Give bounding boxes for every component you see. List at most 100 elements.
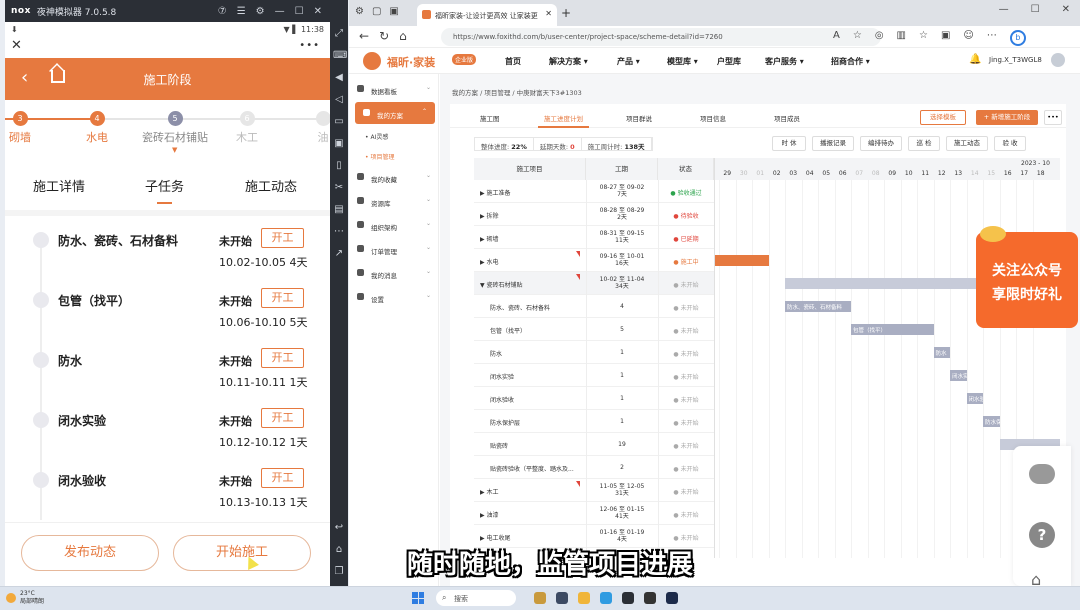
external-icon[interactable]: ↗	[333, 248, 345, 259]
table-row[interactable]: 防水、瓷砖、石材备料 4 ● 未开始	[474, 295, 714, 318]
minimize-icon[interactable]: —	[999, 4, 1009, 15]
add-stage-button[interactable]: + 新增施工阶段	[976, 110, 1038, 125]
table-row[interactable]: ▶ 木工 11-05 至 12-05 31天 ● 未开始	[474, 479, 714, 502]
url-input[interactable]: https://www.foxithd.com/b/user-center/pr…	[441, 28, 881, 46]
sidebar-subitem-project-management[interactable]: • 项目管理	[365, 152, 394, 161]
table-row[interactable]: 贴瓷砖 19 ● 未开始	[474, 433, 714, 456]
apk-icon[interactable]: ▣	[333, 138, 345, 149]
more-icon[interactable]: •••	[299, 40, 320, 51]
browser-tab-tools-icon[interactable]: ⚙▢▣	[355, 6, 407, 17]
nav-solutions[interactable]: 解决方案 ▾	[549, 56, 588, 67]
sidebar-item-dashboard[interactable]: 数据看板 ⌄	[349, 78, 439, 100]
taskbar-search[interactable]: ⌕ 搜索	[436, 590, 516, 606]
back-arrow-icon[interactable]: ←	[359, 29, 379, 43]
home-icon[interactable]: ⌂	[399, 29, 417, 43]
promo-banner[interactable]: 关注公众号 享限时好礼	[976, 226, 1078, 328]
gantt-bar[interactable]: 闭水验收	[966, 393, 983, 404]
screen-icon[interactable]: ▭	[333, 116, 345, 127]
inspect-button[interactable]: 巡 检	[908, 136, 940, 151]
gantt-bar[interactable]: 防水、瓷砖、石材备料	[785, 301, 851, 312]
stage-step-7[interactable]: 油	[288, 111, 330, 145]
volume-down-icon[interactable]: ◁	[333, 94, 345, 105]
table-row[interactable]: ▶ 施工准备 08-27 至 09-02 7天 ● 验收通过	[474, 180, 714, 203]
fullscreen-icon[interactable]: ⤢	[333, 28, 345, 39]
help-icon[interactable]: ?	[1029, 522, 1055, 548]
tab-construction-updates[interactable]: 施工动态	[245, 176, 297, 195]
gantt-bar[interactable]: 防水	[933, 347, 950, 358]
nav-partnership[interactable]: 招商合作 ▾	[831, 56, 870, 67]
start-work-button[interactable]: 开工	[261, 288, 304, 308]
sidebar-item-resources[interactable]: 资源库 ⌄	[349, 190, 439, 212]
menu-dots-icon[interactable]: ⋯	[987, 30, 997, 46]
more-tools-icon[interactable]: ⋯	[333, 226, 345, 237]
android-home-icon[interactable]: ⌂	[333, 544, 345, 555]
folder-icon[interactable]	[578, 592, 590, 604]
bing-icon[interactable]: b	[1009, 30, 1026, 46]
avatar[interactable]	[1051, 53, 1065, 67]
user-name[interactable]: Jing.X_T3WGL8	[989, 56, 1042, 64]
emulator-close-icon[interactable]: ✕	[314, 6, 322, 17]
nav-products[interactable]: 产品 ▾	[617, 56, 640, 67]
gantt-bar[interactable]: 包管（找平）	[851, 324, 934, 335]
split-screen-icon[interactable]: ▥	[897, 30, 906, 46]
tab-project-info[interactable]: 项目信息	[700, 113, 726, 123]
close-icon[interactable]: ✕	[1062, 4, 1070, 15]
sidebar-item-settings[interactable]: 设置 ⌄	[349, 286, 439, 308]
weather-widget[interactable]: 23°C 局部晴朗	[6, 590, 44, 606]
browser-tab[interactable]: 福昕家装-让设计更高效 让家装更 ✕	[417, 4, 557, 26]
tab-project-talk[interactable]: 项目群说	[626, 113, 652, 123]
select-template-button[interactable]: 选择模板	[920, 110, 966, 125]
acceptance-button[interactable]: 验 收	[994, 136, 1026, 151]
nox-app-icon[interactable]	[622, 592, 634, 604]
app-icon[interactable]	[556, 592, 568, 604]
sidebar-item-favorites[interactable]: 我的收藏 ⌄	[349, 166, 439, 188]
sidebar-item-messages[interactable]: 我的消息 ⌄	[349, 262, 439, 284]
more-button[interactable]: •••	[1044, 110, 1062, 125]
profile-icon[interactable]: ☺	[963, 30, 973, 46]
emulator-maximize-icon[interactable]: ☐	[295, 6, 304, 17]
new-tab-icon[interactable]: +	[561, 6, 571, 20]
sidebar-item-orders[interactable]: 订单管理 ⌄	[349, 238, 439, 260]
favorites-icon[interactable]: ☆	[919, 30, 928, 46]
table-row[interactable]: 防水保护层 1 ● 未开始	[474, 410, 714, 433]
arrange-todo-button[interactable]: 编排待办	[860, 136, 902, 151]
table-row[interactable]: ▶ 油漆 12-06 至 01-15 41天 ● 未开始	[474, 502, 714, 525]
android-back-icon[interactable]: ↩	[333, 522, 345, 533]
close-icon[interactable]: ✕	[11, 38, 22, 53]
emulator-settings-icon[interactable]: ⚙	[256, 6, 265, 17]
scissors-icon[interactable]: ✂	[333, 182, 345, 193]
close-tab-icon[interactable]: ✕	[545, 9, 552, 18]
emulator-menu-icon[interactable]: ☰	[237, 6, 246, 17]
tab-construction-detail[interactable]: 施工详情	[33, 176, 85, 195]
windows-start-icon[interactable]	[412, 592, 424, 604]
refresh-icon[interactable]: ↻	[379, 29, 399, 43]
emulator-titlebar[interactable]: nox 夜神模拟器 7.0.5.8 ⑦ ☰ ⚙ — ☐ ✕	[5, 0, 348, 22]
shake-icon[interactable]: ▯	[333, 160, 345, 171]
tab-project-members[interactable]: 项目成员	[774, 113, 800, 123]
sidebar-item-my-schemes[interactable]: 我的方案 ⌃	[355, 102, 435, 124]
emulator-help-icon[interactable]: ⑦	[218, 6, 227, 17]
keyboard-icon[interactable]: ⌨	[333, 50, 347, 61]
table-row[interactable]: 闭水实验 1 ● 未开始	[474, 364, 714, 387]
brand-home-icon[interactable]: ⌂	[1031, 570, 1041, 586]
rest-button[interactable]: 时 休	[772, 136, 806, 151]
table-row[interactable]: 闭水验收 1 ● 未开始	[474, 387, 714, 410]
stage-step-5[interactable]: 5 瓷砖石材铺贴	[140, 111, 210, 145]
table-row[interactable]: ▶ 拆除 08-28 至 08-29 2天 ● 待验收	[474, 203, 714, 226]
read-aloud-icon[interactable]: A	[833, 30, 840, 46]
table-row[interactable]: ▶ 砌墙 08-31 至 09-15 11天 ● 已延期	[474, 226, 714, 249]
collections-icon[interactable]: ▣	[941, 30, 950, 46]
nav-models[interactable]: 模型库 ▾	[667, 56, 698, 67]
table-row[interactable]: 包管（找平） 5 ● 未开始	[474, 318, 714, 341]
start-work-button[interactable]: 开工	[261, 408, 304, 428]
gantt-bar[interactable]: 防水保护层	[983, 416, 1000, 427]
table-row[interactable]: 贴瓷砖验收（平整度、踏水及... 2 ● 未开始	[474, 456, 714, 479]
wechat-icon[interactable]	[1029, 464, 1055, 484]
nav-customer-service[interactable]: 客户服务 ▾	[765, 56, 804, 67]
emulator-minimize-icon[interactable]: —	[275, 6, 285, 17]
tab-schedule[interactable]: 施工进度计划	[538, 113, 589, 128]
tab-drawings[interactable]: 施工图	[480, 113, 500, 123]
start-work-button[interactable]: 开工	[261, 228, 304, 248]
brand-name[interactable]: 福昕·家装	[387, 54, 435, 70]
stage-step-3[interactable]: 3 砌墙	[5, 111, 55, 145]
